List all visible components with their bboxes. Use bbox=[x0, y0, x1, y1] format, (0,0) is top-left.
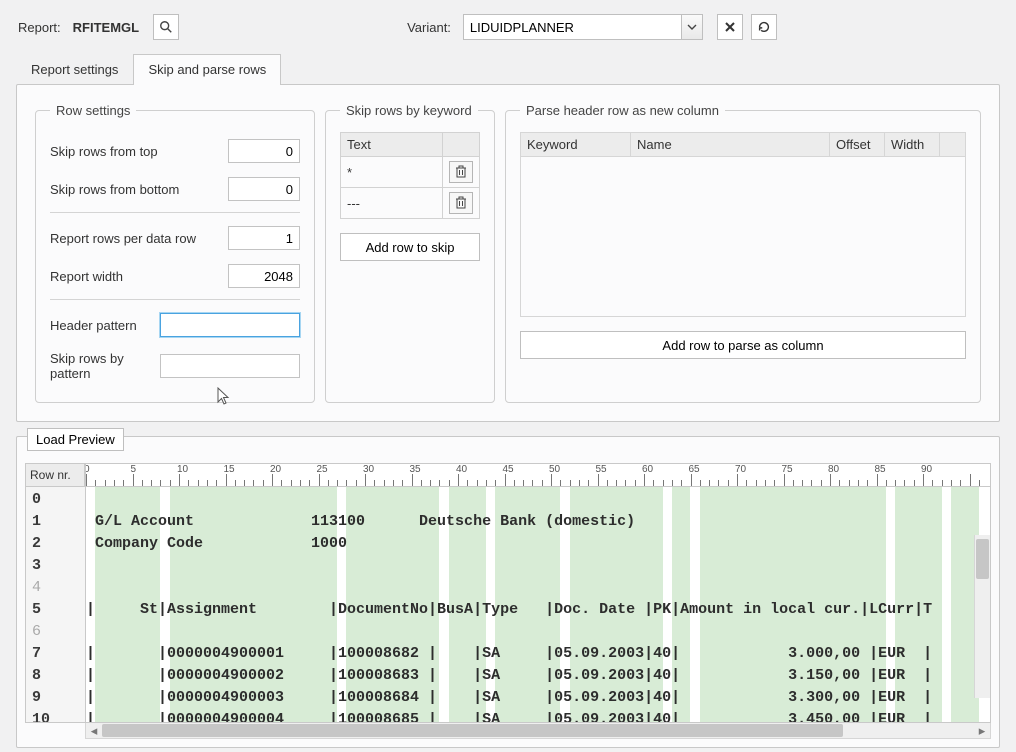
row-numbers: 01234567891011 bbox=[26, 487, 86, 722]
group-skip-keyword: Skip rows by keyword Text *--- Add row t… bbox=[325, 103, 495, 403]
trash-icon bbox=[455, 165, 467, 179]
horizontal-scrollbar[interactable]: ◂ ▸ bbox=[85, 723, 991, 739]
tab-report-settings[interactable]: Report settings bbox=[16, 54, 133, 85]
load-preview-button[interactable]: Load Preview bbox=[27, 428, 124, 451]
ph-col-width: Width bbox=[885, 133, 940, 157]
close-icon bbox=[724, 21, 736, 33]
variant-input[interactable] bbox=[463, 14, 703, 40]
header-pattern-input[interactable] bbox=[160, 313, 300, 337]
refresh-icon bbox=[757, 20, 771, 34]
trash-icon bbox=[455, 196, 467, 210]
variant-label: Variant: bbox=[407, 20, 451, 35]
tabs: Report settings Skip and parse rows bbox=[0, 54, 1016, 85]
clear-variant-button[interactable] bbox=[717, 14, 743, 40]
parse-header-table: Keyword Name Offset Width bbox=[520, 132, 966, 317]
preview-canvas[interactable]: G/L Account 113100 Deutsche Bank (domest… bbox=[86, 487, 990, 722]
skip-pattern-input[interactable] bbox=[160, 354, 300, 378]
ph-col-keyword: Keyword bbox=[521, 133, 631, 157]
report-width-input[interactable] bbox=[228, 264, 300, 288]
topbar: Report: RFITEMGL Variant: bbox=[0, 0, 1016, 48]
skip-kw-col-action bbox=[443, 133, 480, 157]
skip-top-input[interactable] bbox=[228, 139, 300, 163]
search-icon bbox=[159, 20, 173, 34]
ph-col-action bbox=[940, 133, 966, 157]
chevron-down-icon bbox=[687, 22, 697, 32]
report-width-label: Report width bbox=[50, 269, 123, 284]
rows-per-label: Report rows per data row bbox=[50, 231, 196, 246]
skip-keyword-row: --- bbox=[341, 188, 480, 219]
ph-empty-body bbox=[521, 157, 966, 317]
group-skip-legend: Skip rows by keyword bbox=[340, 103, 478, 118]
skip-keyword-text[interactable]: --- bbox=[341, 188, 443, 219]
skip-kw-col-text: Text bbox=[341, 133, 443, 157]
group-row-settings: Row settings Skip rows from top Skip row… bbox=[35, 103, 315, 403]
header-pattern-label: Header pattern bbox=[50, 318, 137, 333]
divider-2 bbox=[50, 299, 300, 300]
tab-skip-parse-rows[interactable]: Skip and parse rows bbox=[133, 54, 281, 85]
add-parse-row-button[interactable]: Add row to parse as column bbox=[520, 331, 966, 359]
rows-per-input[interactable] bbox=[228, 226, 300, 250]
divider bbox=[50, 212, 300, 213]
skip-pattern-label: Skip rows by pattern bbox=[50, 351, 160, 381]
report-name: RFITEMGL bbox=[73, 20, 139, 35]
skip-keyword-delete-cell bbox=[443, 188, 480, 219]
variant-select[interactable] bbox=[463, 14, 703, 40]
vertical-scrollbar[interactable] bbox=[974, 535, 990, 698]
tab-panel: Row settings Skip rows from top Skip row… bbox=[16, 84, 1000, 422]
skip-keyword-row: * bbox=[341, 157, 480, 188]
ph-col-offset: Offset bbox=[830, 133, 885, 157]
skip-bottom-input[interactable] bbox=[228, 177, 300, 201]
group-parse-header: Parse header row as new column Keyword N… bbox=[505, 103, 981, 403]
add-skip-row-button[interactable]: Add row to skip bbox=[340, 233, 480, 261]
skip-keyword-table: Text *--- bbox=[340, 132, 480, 219]
report-label: Report: bbox=[18, 20, 61, 35]
preview-group: Load Preview Row nr. 0510152025303540455… bbox=[16, 436, 1000, 748]
skip-keyword-text[interactable]: * bbox=[341, 157, 443, 188]
row-nr-header: Row nr. bbox=[25, 463, 85, 487]
ruler: 051015202530354045505560657075808590 bbox=[85, 463, 991, 487]
skip-top-label: Skip rows from top bbox=[50, 144, 158, 159]
skip-keyword-delete-cell bbox=[443, 157, 480, 188]
variant-dropdown-button[interactable] bbox=[681, 14, 703, 40]
group-parse-legend: Parse header row as new column bbox=[520, 103, 725, 118]
search-report-button[interactable] bbox=[153, 14, 179, 40]
refresh-button[interactable] bbox=[751, 14, 777, 40]
ph-col-name: Name bbox=[631, 133, 830, 157]
delete-row-button[interactable] bbox=[449, 161, 473, 183]
group-row-settings-legend: Row settings bbox=[50, 103, 136, 118]
scroll-left-icon[interactable]: ◂ bbox=[86, 723, 102, 738]
skip-bottom-label: Skip rows from bottom bbox=[50, 182, 179, 197]
app-root: Report: RFITEMGL Variant: bbox=[0, 0, 1016, 752]
scroll-right-icon[interactable]: ▸ bbox=[974, 723, 990, 738]
delete-row-button[interactable] bbox=[449, 192, 473, 214]
